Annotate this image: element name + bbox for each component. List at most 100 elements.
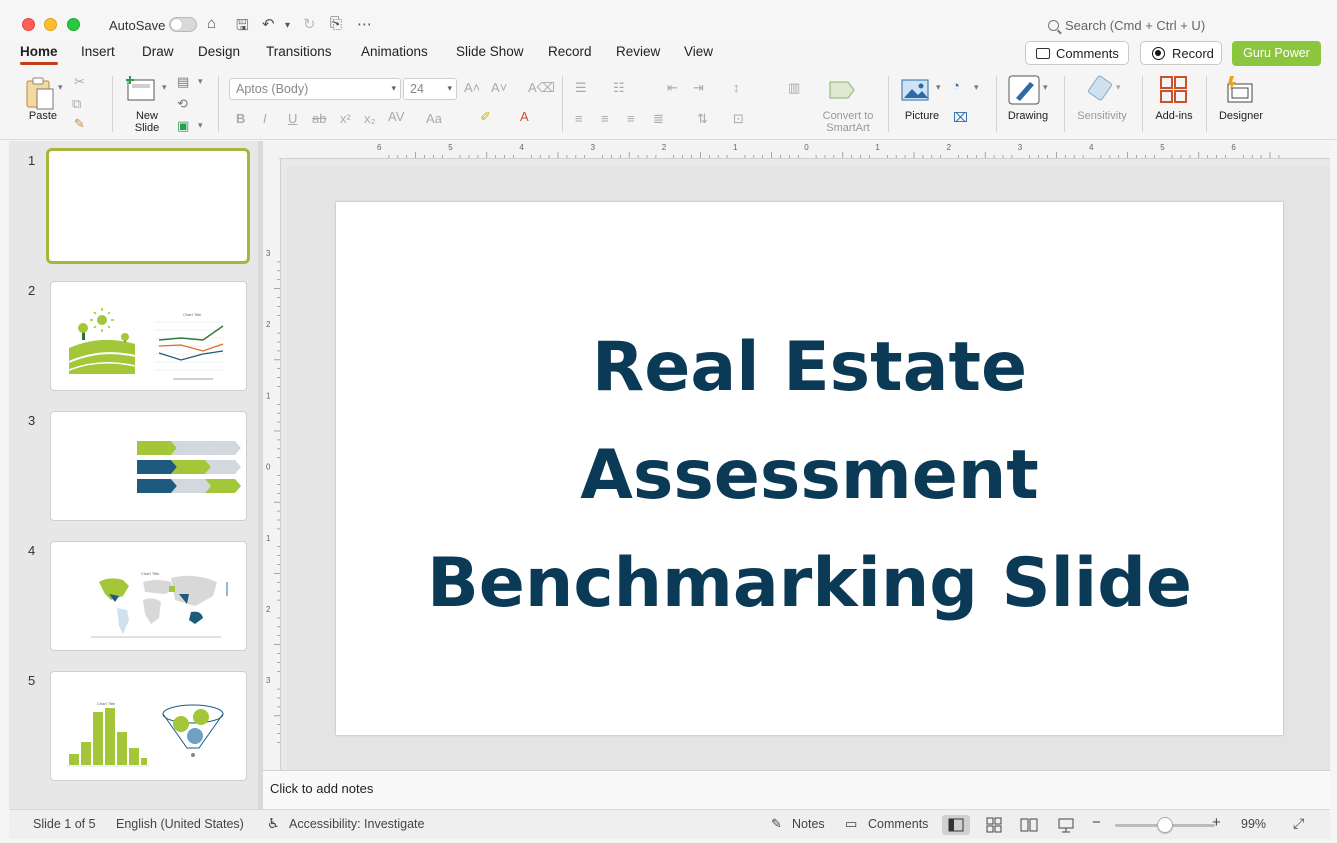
zoom-out-icon[interactable]: − — [1092, 814, 1101, 831]
slideshow-view-button[interactable] — [1052, 815, 1080, 835]
font-name-select[interactable]: Aptos (Body) ▾ — [229, 78, 401, 100]
slide-thumbnail-5[interactable]: Chart Title — [50, 671, 247, 781]
underline-icon[interactable]: U — [288, 111, 297, 126]
slide-thumbnail-4[interactable]: Chart Title — [50, 541, 247, 651]
increase-indent-icon[interactable]: ⇥ — [693, 80, 704, 96]
addins-icon[interactable] — [1160, 76, 1188, 104]
tab-transitions[interactable]: Transitions — [266, 44, 332, 59]
bullets-icon[interactable]: ☰ — [575, 80, 587, 96]
accessibility-status[interactable]: Accessibility: Investigate — [289, 817, 424, 831]
slide-title[interactable]: Real Estate Assessment Benchmarking Slid… — [336, 314, 1283, 638]
zoom-level[interactable]: 99% — [1241, 817, 1266, 831]
normal-view-button[interactable] — [942, 815, 970, 835]
close-window-button[interactable] — [22, 18, 35, 31]
search-box[interactable]: Search (Cmd + Ctrl + U) — [1048, 18, 1205, 33]
new-slide-dropdown-icon[interactable]: ▾ — [162, 82, 167, 93]
tab-draw[interactable]: Draw — [142, 44, 174, 59]
subscript-icon[interactable]: x₂ — [364, 111, 376, 126]
text-direction-icon[interactable]: ⇅ — [697, 111, 708, 127]
drawing-dropdown-icon[interactable]: ▾ — [1043, 82, 1048, 93]
bold-icon[interactable]: B — [236, 111, 245, 126]
minimize-window-button[interactable] — [44, 18, 57, 31]
numbering-icon[interactable]: ☷ — [613, 80, 625, 96]
change-case-icon[interactable]: Aa — [426, 111, 442, 126]
comments-button[interactable]: Comments — [1025, 41, 1129, 65]
save-icon[interactable]: 🖫 — [236, 15, 249, 40]
tab-slide-show[interactable]: Slide Show — [456, 44, 524, 59]
tab-design[interactable]: Design — [198, 44, 240, 59]
fit-to-window-icon[interactable]: ⤢ — [1293, 815, 1304, 832]
language-indicator[interactable]: English (United States) — [116, 817, 244, 831]
drawing-icon[interactable] — [1008, 74, 1042, 106]
layout-icon[interactable]: ▤ — [177, 74, 189, 90]
tab-insert[interactable]: Insert — [81, 44, 115, 59]
guru-power-button[interactable]: Guru Power — [1232, 41, 1321, 66]
maximize-window-button[interactable] — [67, 18, 80, 31]
cut-icon[interactable]: ✂ — [74, 74, 85, 90]
sensitivity-dropdown-icon[interactable]: ▾ — [1116, 82, 1121, 93]
customize-icon[interactable]: ⎘ — [330, 15, 342, 32]
character-spacing-icon[interactable]: AV — [388, 109, 404, 124]
shapes-dropdown-icon[interactable]: ▾ — [974, 82, 979, 93]
thumb-number: 3 — [28, 413, 36, 428]
align-center-icon[interactable]: ≡ — [601, 111, 609, 126]
paste-icon[interactable] — [24, 76, 60, 112]
justify-icon[interactable]: ≣ — [653, 111, 664, 127]
decrease-indent-icon[interactable]: ⇤ — [667, 80, 678, 96]
horizontal-ruler[interactable]: 6 5 4 3 2 1 0 1 2 3 4 5 6 — [279, 141, 1330, 159]
undo-dropdown-icon[interactable]: ▾ — [285, 20, 290, 31]
redo-icon[interactable]: ↻ — [303, 15, 316, 33]
current-slide[interactable]: Real Estate Assessment Benchmarking Slid… — [336, 202, 1283, 735]
new-slide-icon[interactable] — [126, 76, 158, 104]
smartart-icon[interactable] — [828, 78, 858, 104]
picture-icon[interactable] — [900, 76, 932, 104]
paste-dropdown-icon[interactable]: ▾ — [58, 82, 63, 93]
layout-dropdown-icon[interactable]: ▾ — [198, 76, 203, 87]
vertical-ruler[interactable]: 3 2 1 0 1 2 3 — [263, 159, 281, 770]
zoom-in-icon[interactable]: + — [1212, 814, 1221, 831]
slide-thumbnail-1[interactable] — [46, 148, 250, 264]
picture-dropdown-icon[interactable]: ▾ — [936, 82, 941, 93]
tab-review[interactable]: Review — [616, 44, 660, 59]
font-size-select[interactable]: 24 ▾ — [403, 78, 457, 100]
clear-formatting-icon[interactable]: A⌫ — [528, 80, 555, 96]
superscript-icon[interactable]: x² — [340, 111, 351, 126]
align-right-icon[interactable]: ≡ — [627, 111, 635, 126]
shapes-icon[interactable]: ◔ — [952, 78, 960, 93]
decrease-font-icon[interactable]: A˅ — [491, 80, 507, 95]
home-icon[interactable]: ⌂ — [207, 15, 216, 32]
reset-icon[interactable]: ⟲ — [177, 96, 188, 112]
notes-toggle[interactable]: Notes — [792, 817, 825, 831]
columns-icon[interactable]: ▥ — [788, 80, 800, 96]
slide-thumbnail-3[interactable] — [50, 411, 247, 521]
text-box-icon[interactable]: ⌧ — [953, 110, 968, 126]
line-spacing-icon[interactable]: ↕ — [733, 80, 740, 95]
record-button[interactable]: Record — [1140, 41, 1222, 65]
more-icon[interactable]: ⋯ — [357, 15, 372, 33]
align-left-icon[interactable]: ≡ — [575, 111, 583, 126]
align-text-icon[interactable]: ⊡ — [733, 111, 744, 127]
section-dropdown-icon[interactable]: ▾ — [198, 120, 203, 131]
tab-home[interactable]: Home — [20, 44, 58, 65]
reading-view-button[interactable] — [1015, 815, 1043, 835]
sensitivity-icon[interactable] — [1086, 74, 1116, 104]
zoom-slider-thumb[interactable] — [1157, 817, 1173, 833]
notes-pane[interactable]: Click to add notes — [263, 770, 1330, 809]
tab-view[interactable]: View — [684, 44, 713, 59]
highlight-icon[interactable]: ✐ — [480, 109, 491, 125]
font-color-icon[interactable]: A — [520, 109, 529, 124]
format-painter-icon[interactable]: ✎ — [74, 116, 85, 132]
italic-icon[interactable]: I — [263, 111, 267, 126]
slide-sorter-button[interactable] — [980, 815, 1008, 835]
section-icon[interactable]: ▣ — [177, 118, 189, 134]
autosave-toggle[interactable] — [169, 17, 197, 32]
designer-icon[interactable] — [1224, 74, 1256, 104]
undo-icon[interactable]: ↶ — [262, 15, 275, 33]
strikethrough-icon[interactable]: ab — [312, 111, 326, 126]
tab-record[interactable]: Record — [548, 44, 592, 59]
copy-icon[interactable]: ⧉ — [72, 96, 81, 112]
comments-toggle[interactable]: Comments — [868, 817, 928, 831]
tab-animations[interactable]: Animations — [361, 44, 428, 59]
slide-thumbnail-2[interactable]: Chart Title — [50, 281, 247, 391]
increase-font-icon[interactable]: A˄ — [464, 80, 480, 95]
